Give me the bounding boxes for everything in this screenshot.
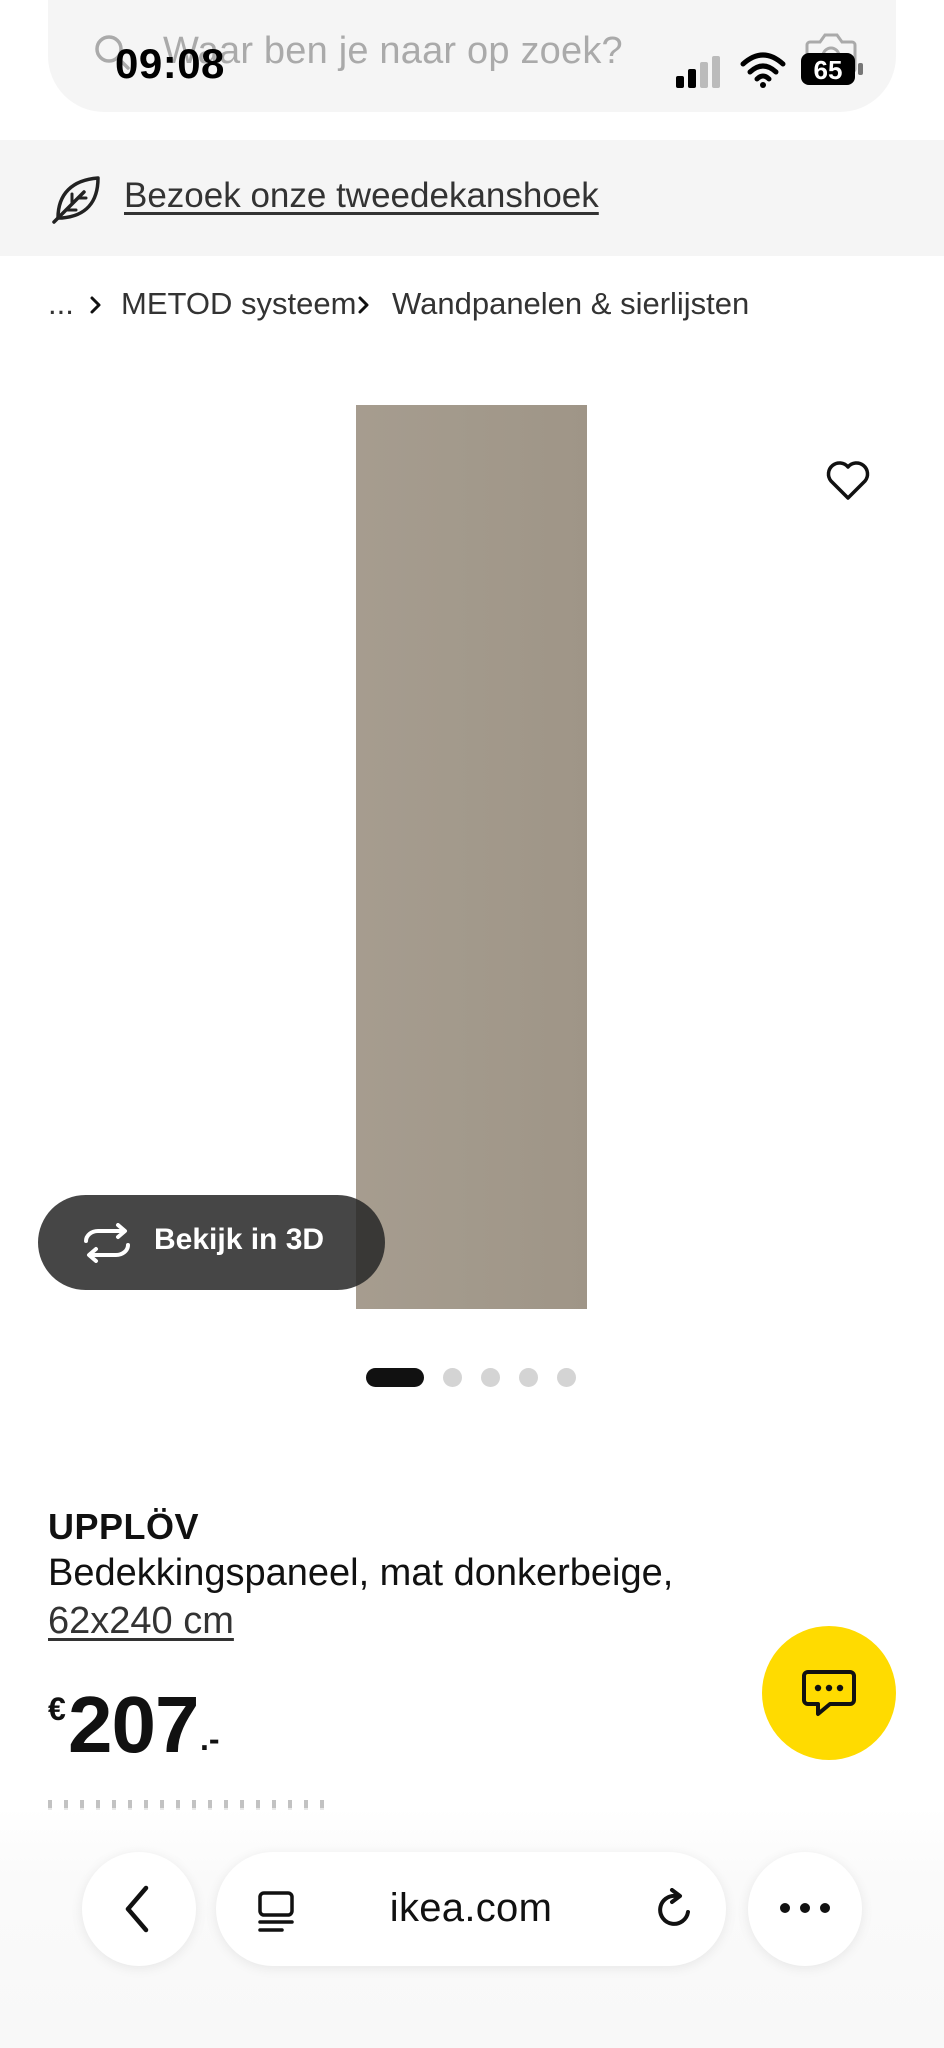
view-in-3d-button[interactable]: Bekijk in 3D xyxy=(38,1195,385,1290)
more-icon xyxy=(780,1903,830,1913)
heart-icon[interactable] xyxy=(824,456,872,504)
carousel-dot[interactable] xyxy=(443,1368,462,1387)
chevron-right-icon xyxy=(358,296,369,314)
view-in-3d-label: Bekijk in 3D xyxy=(154,1223,325,1256)
price-suffix: .- xyxy=(200,1721,220,1757)
url-text[interactable]: ikea.com xyxy=(216,1886,726,1931)
product-description: Bedekkingspaneel, mat donkerbeige, xyxy=(48,1552,674,1594)
carousel-dot[interactable] xyxy=(557,1368,576,1387)
reload-icon[interactable] xyxy=(652,1888,696,1932)
price-amount: 207 xyxy=(68,1680,199,1769)
wifi-icon xyxy=(740,52,786,88)
product-name: UPPLÖV xyxy=(48,1506,200,1547)
chevron-right-icon xyxy=(90,296,101,314)
signal-icon xyxy=(676,56,720,88)
search-input[interactable]: Waar ben je naar op zoek? xyxy=(163,30,623,73)
carousel-dot-active[interactable] xyxy=(366,1368,424,1387)
breadcrumb-ellipsis[interactable]: ... xyxy=(48,286,74,322)
product-size-link[interactable]: 62x240 cm xyxy=(48,1600,234,1643)
back-icon xyxy=(125,1885,149,1933)
price-currency: € xyxy=(48,1691,66,1727)
carousel-dots xyxy=(366,1368,586,1388)
browser-back-button[interactable] xyxy=(82,1852,196,1966)
battery-level: 65 xyxy=(813,55,843,85)
second-chance-banner: Bezoek onze tweedekanshoek xyxy=(0,140,944,256)
rotate-3d-icon xyxy=(84,1223,130,1263)
second-chance-link[interactable]: Bezoek onze tweedekanshoek xyxy=(124,176,599,216)
product-image[interactable] xyxy=(356,405,587,1309)
status-time: 09:08 xyxy=(115,40,225,87)
chat-button[interactable] xyxy=(762,1626,896,1760)
browser-more-button[interactable] xyxy=(748,1852,862,1966)
breadcrumb-item-wall-panels[interactable]: Wandpanelen & sierlijsten xyxy=(392,286,749,322)
leaf-icon xyxy=(52,176,100,224)
breadcrumb-item-metod[interactable]: METOD systeem xyxy=(121,286,356,322)
carousel-dot[interactable] xyxy=(519,1368,538,1387)
url-bar[interactable]: ikea.com xyxy=(216,1852,726,1966)
chat-icon xyxy=(802,1670,856,1716)
carousel-dot[interactable] xyxy=(481,1368,500,1387)
product-page: Waar ben je naar op zoek? 09:08 65 Bezoe… xyxy=(0,0,944,2048)
